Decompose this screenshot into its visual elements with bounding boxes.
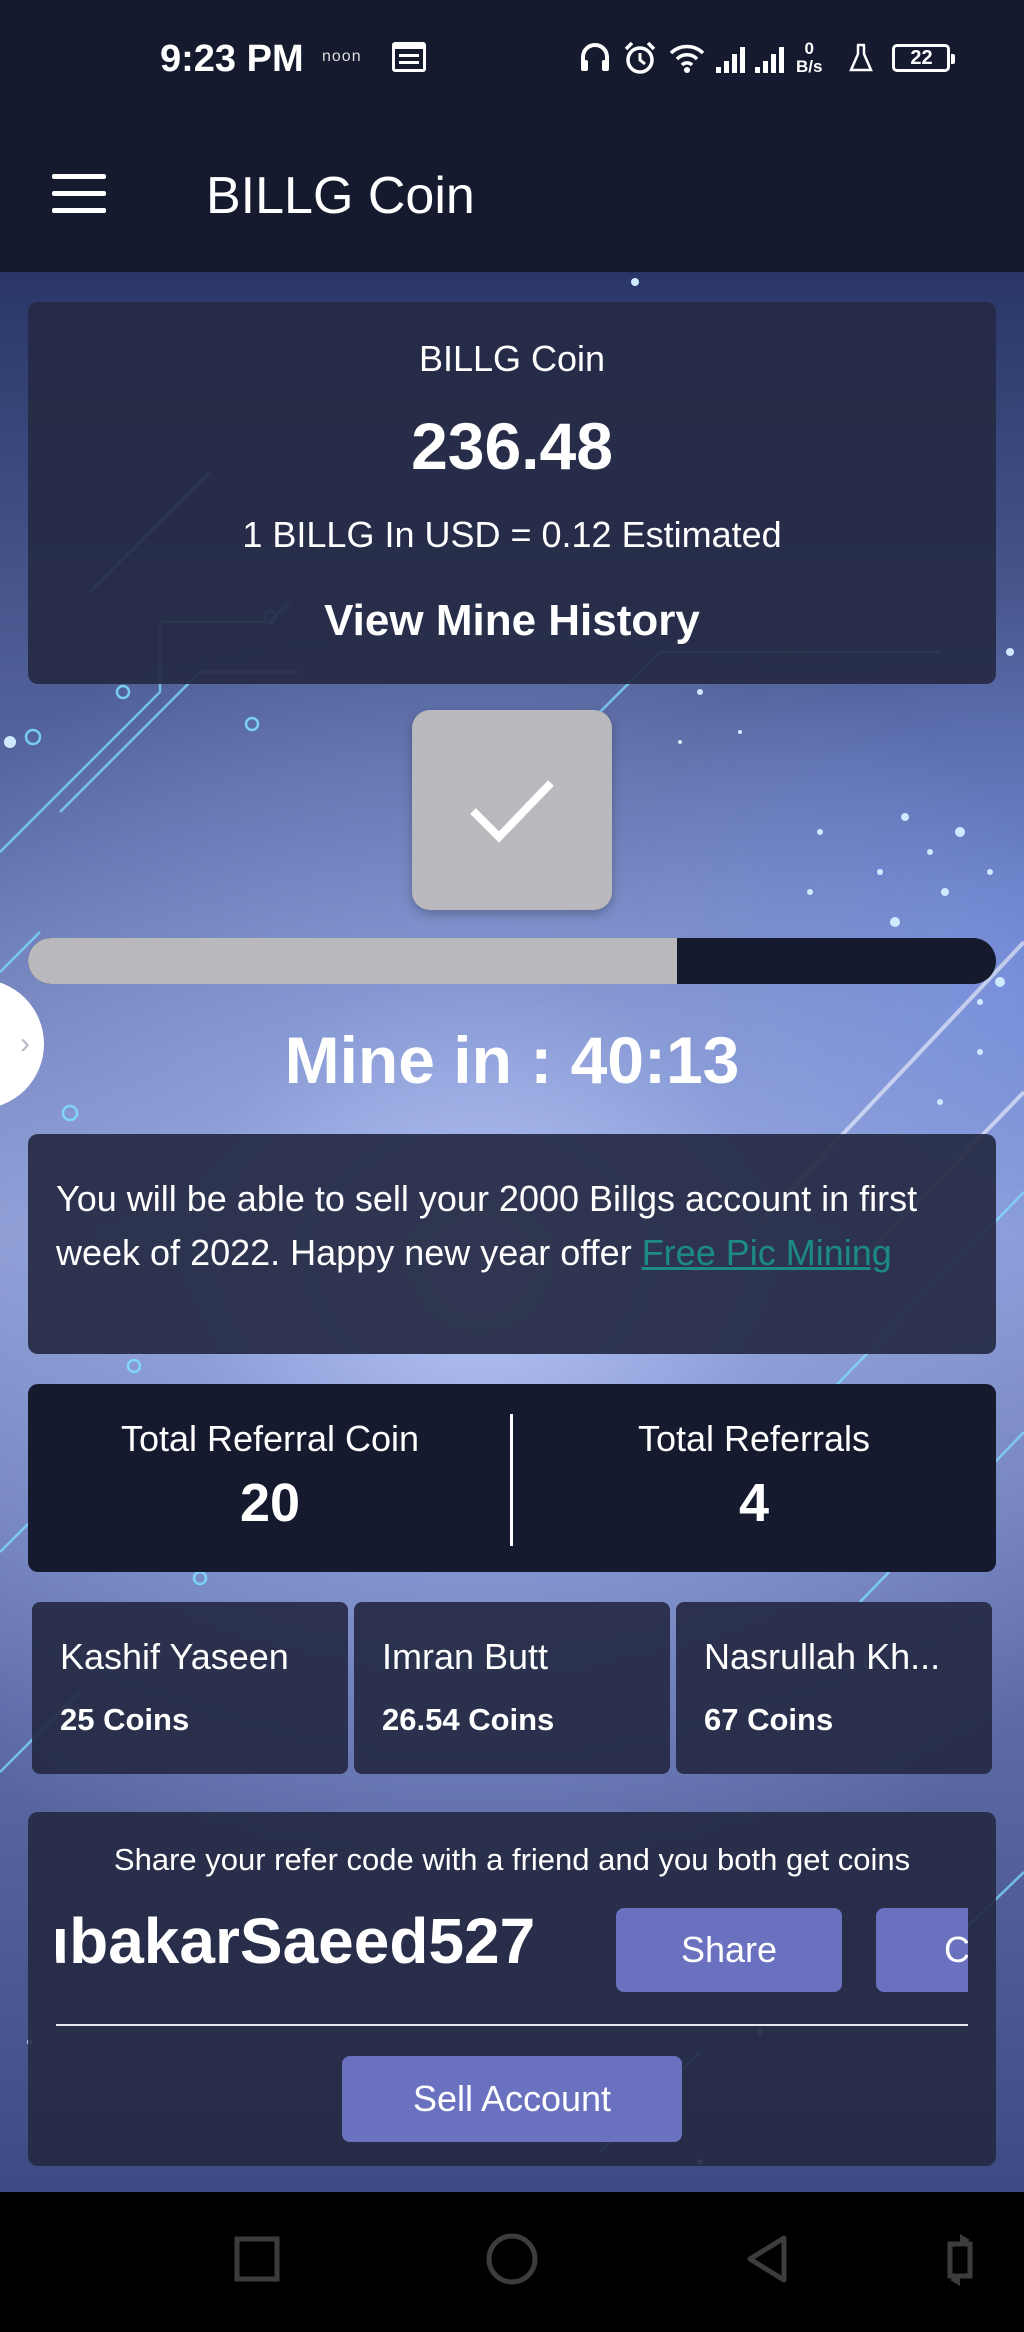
screen-rotate-icon[interactable] bbox=[940, 2230, 980, 2290]
flask-icon bbox=[849, 43, 874, 72]
refer-code-scroller[interactable]: ubakarSaeed527 Share Co bbox=[56, 1904, 968, 1994]
menu-icon[interactable] bbox=[52, 174, 108, 214]
referral-friend-card[interactable]: Nasrullah Kh... 67 Coins bbox=[676, 1602, 992, 1774]
home-icon[interactable] bbox=[484, 2230, 540, 2290]
referral-friend-card[interactable]: Kashif Yaseen 25 Coins bbox=[32, 1602, 348, 1774]
total-referral-coin-label: Total Referral Coin bbox=[120, 1418, 420, 1459]
main-content: BILLG Coin 236.48 1 BILLG In USD = 0.12 … bbox=[0, 272, 1024, 2192]
balance-label: BILLG Coin bbox=[418, 338, 606, 379]
total-referral-coin-value: 20 bbox=[239, 1473, 301, 1533]
referral-friend-card[interactable]: Imran Butt 26.54 Coins bbox=[354, 1602, 670, 1774]
friend-name: Kashif Yaseen bbox=[60, 1636, 289, 1677]
share-hint: Share your refer code with a friend and … bbox=[113, 1842, 911, 1877]
divider bbox=[56, 2024, 968, 2026]
sell-account-button[interactable]: Sell Account bbox=[342, 2056, 682, 2142]
app-bar: BILLG Coin bbox=[0, 118, 1024, 272]
total-referrals-value: 4 bbox=[738, 1473, 770, 1533]
battery-icon: 22 bbox=[892, 44, 956, 72]
status-time: 9:23 PM bbox=[160, 38, 304, 80]
checkmark-icon bbox=[470, 780, 554, 843]
total-referral-coin: Total Referral Coin 20 bbox=[28, 1418, 512, 1534]
balance-value: 236.48 bbox=[411, 409, 613, 483]
share-button[interactable]: Share bbox=[616, 1908, 842, 1992]
headset-icon bbox=[581, 43, 609, 71]
view-mine-history-link[interactable]: View Mine History bbox=[28, 596, 996, 646]
system-nav-bar bbox=[0, 2192, 1024, 2332]
friend-name: Nasrullah Kh... bbox=[704, 1636, 941, 1677]
mining-progress-bar bbox=[28, 938, 996, 984]
signal-icon bbox=[716, 43, 745, 73]
mine-button[interactable] bbox=[412, 710, 612, 910]
signal-icon-2 bbox=[755, 43, 784, 73]
free-pic-mining-link[interactable]: Free Pic Mining bbox=[642, 1232, 892, 1273]
friend-coins: 25 Coins bbox=[60, 1702, 190, 1737]
wifi-icon bbox=[669, 44, 705, 73]
copy-button[interactable]: Co bbox=[876, 1908, 968, 1992]
referral-summary-card: Total Referral Coin 20 Total Referrals 4 bbox=[28, 1384, 996, 1572]
back-icon[interactable] bbox=[742, 2230, 792, 2290]
carrier-label: noon bbox=[322, 48, 362, 65]
app-title: BILLG Coin bbox=[206, 167, 475, 225]
friend-coins: 26.54 Coins bbox=[382, 1702, 555, 1737]
alarm-icon bbox=[624, 41, 656, 74]
refer-code: ubakarSaeed527 bbox=[56, 1905, 536, 1977]
recents-icon[interactable] bbox=[232, 2230, 282, 2290]
status-icons: 0 B/s 22 bbox=[578, 36, 956, 80]
net-speed: 0 B/s bbox=[796, 39, 823, 76]
balance-card: BILLG Coin 236.48 1 BILLG In USD = 0.12 … bbox=[28, 302, 996, 684]
friend-name: Imran Butt bbox=[382, 1636, 549, 1677]
calendar-icon bbox=[392, 42, 426, 72]
friend-coins: 67 Coins bbox=[704, 1702, 834, 1737]
total-referrals: Total Referrals 4 bbox=[512, 1418, 996, 1534]
share-card: Share your refer code with a friend and … bbox=[28, 1812, 996, 2166]
status-bar: 9:23 PM noon 0 B/s 22 bbox=[0, 0, 1024, 118]
total-referrals-label: Total Referrals bbox=[637, 1418, 871, 1459]
mining-progress-fill bbox=[28, 938, 677, 984]
usd-rate: 1 BILLG In USD = 0.12 Estimated bbox=[242, 514, 782, 555]
mine-timer: Mine in : 40:13 bbox=[284, 1023, 740, 1097]
notice-card: You will be able to sell your 2000 Billg… bbox=[28, 1134, 996, 1354]
